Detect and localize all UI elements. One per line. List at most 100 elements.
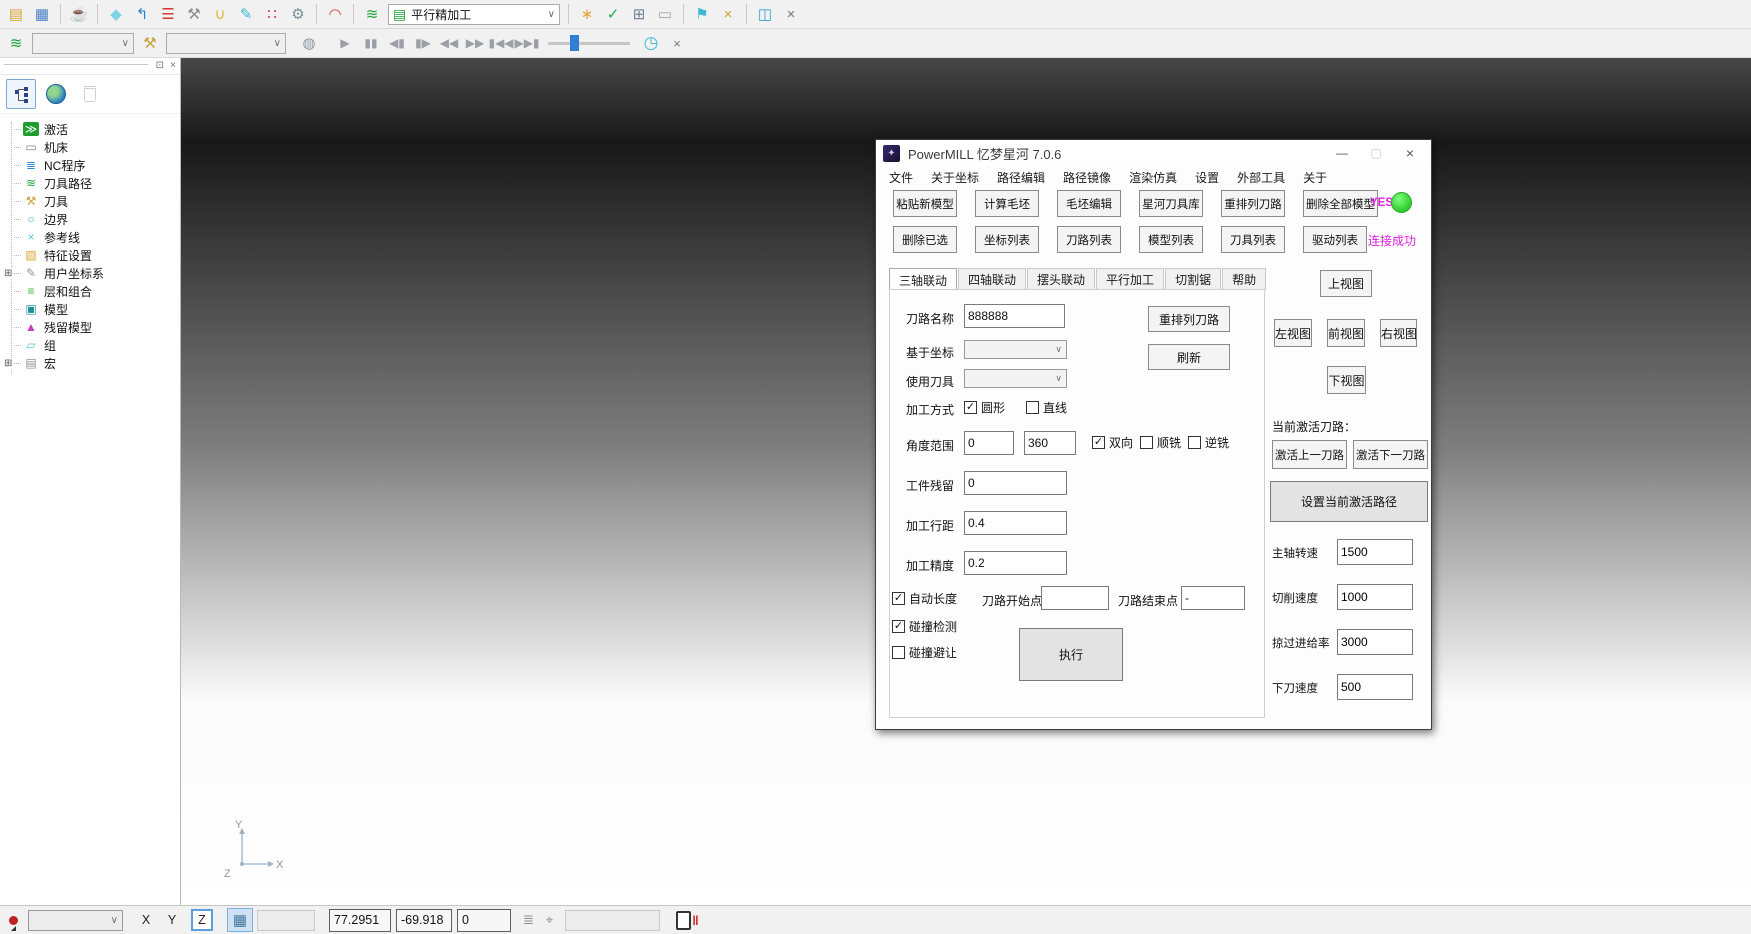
close-button[interactable]: ×	[1393, 140, 1427, 166]
collision-check-icon[interactable]: ∪	[208, 2, 232, 26]
quick-button[interactable]: 粘贴新模型	[893, 190, 957, 217]
dialog-tab[interactable]: 切割锯	[1165, 268, 1221, 290]
grid-toggle-button[interactable]: ▦	[227, 908, 253, 932]
sim-close-icon[interactable]: ×	[665, 31, 689, 55]
minimize-button[interactable]: —	[1325, 140, 1359, 166]
refresh-button[interactable]: 刷新	[1148, 344, 1230, 370]
play-icon[interactable]: ▶	[333, 31, 357, 55]
mounting-icon[interactable]: ⚑	[690, 2, 714, 26]
collision-avoid-option[interactable]: 碰撞避让	[892, 644, 957, 661]
angle-to-input[interactable]	[1024, 431, 1076, 455]
climb-checkbox[interactable]	[1140, 436, 1153, 449]
tolerance-input[interactable]	[964, 551, 1067, 575]
render-teapot-icon[interactable]: ☕	[67, 2, 91, 26]
save-project-icon[interactable]: ▦	[30, 2, 54, 26]
tree-item[interactable]: ≋ 刀具路径	[0, 174, 180, 192]
open-project-icon[interactable]: ▤	[4, 2, 28, 26]
dialog-tab[interactable]: 三轴联动	[889, 268, 957, 291]
auto-length-checkbox[interactable]: ✓	[892, 592, 905, 605]
tool-ball-icon[interactable]: ⚒	[182, 2, 206, 26]
cursor-y-field[interactable]	[396, 909, 452, 932]
quick-button[interactable]: 刀具列表	[1221, 226, 1285, 253]
quick-button[interactable]: 刀路列表	[1057, 226, 1121, 253]
cursor-z-field[interactable]	[457, 909, 511, 932]
tree-item[interactable]: ⚒ 刀具	[0, 192, 180, 210]
calculator-icon[interactable]: ⊞	[627, 2, 651, 26]
ruler-icon[interactable]: ▭	[653, 2, 677, 26]
cursor-x-field[interactable]	[329, 909, 391, 932]
toolpath-name-input[interactable]	[964, 304, 1065, 328]
menu-item[interactable]: 外部工具	[1228, 166, 1294, 190]
bottom-view-button[interactable]: 下视图	[1327, 366, 1366, 394]
tree-item[interactable]: ▧ 特征设置	[0, 246, 180, 264]
fast-forward-icon[interactable]: ▶▶	[463, 31, 487, 55]
quick-button[interactable]: 驱动列表	[1303, 226, 1367, 253]
y-axis-button[interactable]: Y	[163, 910, 181, 930]
activate-next-button[interactable]: 激活下一刀路	[1353, 440, 1428, 469]
slider-handle[interactable]	[570, 35, 579, 51]
dialog-titlebar[interactable]: ✦ PowerMILL 忆梦星河 7.0.6 — ▢ ×	[876, 140, 1431, 166]
tree-item[interactable]: ≣ NC程序	[0, 156, 180, 174]
tab-explorer-tree[interactable]	[6, 79, 36, 109]
start-point-input[interactable]	[1041, 586, 1109, 610]
expander-icon[interactable]: ⊞	[4, 359, 13, 368]
go-end-icon[interactable]: ▶▶▮	[515, 31, 539, 55]
execute-button[interactable]: 执行	[1019, 628, 1123, 681]
tree-item[interactable]: × 参考线	[0, 228, 180, 246]
curve-editor-icon[interactable]: ✎	[234, 2, 258, 26]
mode-line-option[interactable]: 直线	[1026, 399, 1067, 416]
left-view-button[interactable]: 左视图	[1274, 319, 1312, 347]
menu-item[interactable]: 路径镜像	[1054, 166, 1120, 190]
quick-button[interactable]: 毛坯编辑	[1057, 190, 1121, 217]
activate-prev-button[interactable]: 激活上一刀路	[1272, 440, 1347, 469]
explorer-grip[interactable]: ⊡ ×	[0, 58, 180, 75]
z-axis-button[interactable]: Z	[191, 909, 213, 931]
cutting-feed-input[interactable]	[1337, 584, 1413, 610]
stock-input[interactable]	[964, 471, 1067, 495]
quick-button[interactable]: 计算毛坯	[975, 190, 1039, 217]
angle-from-input[interactable]	[964, 431, 1014, 455]
quick-button[interactable]: 重排列刀路	[1221, 190, 1285, 217]
tool-holder-icon[interactable]: ⚙	[286, 2, 310, 26]
go-start-icon[interactable]: ▮◀◀	[489, 31, 513, 55]
bidirectional-option[interactable]: ✓ 双向	[1092, 434, 1133, 451]
circle-checkbox[interactable]: ✓	[964, 401, 977, 414]
conventional-checkbox[interactable]	[1188, 436, 1201, 449]
end-point-input[interactable]	[1181, 586, 1245, 610]
snap-value-field[interactable]	[257, 910, 315, 931]
step-forward-icon[interactable]: ▮▶	[411, 31, 435, 55]
plunge-feed-input[interactable]	[1337, 674, 1413, 700]
conventional-option[interactable]: 逆铣	[1188, 434, 1229, 451]
pattern-icon[interactable]: ∷	[260, 2, 284, 26]
tree-item[interactable]: ≡ 层和组合	[0, 282, 180, 300]
sim-tool-combo[interactable]: ∨	[166, 33, 286, 54]
right-view-button[interactable]: 右视图	[1380, 319, 1417, 347]
leads-links-icon[interactable]: ↰	[130, 2, 154, 26]
coord-combo[interactable]: ∨	[964, 340, 1067, 359]
transform-icon[interactable]: ×	[716, 2, 740, 26]
rewind-icon[interactable]: ◀◀	[437, 31, 461, 55]
active-toolpath-icon[interactable]: ≋	[360, 2, 384, 26]
menu-item[interactable]: 渲染仿真	[1120, 166, 1186, 190]
tree-item[interactable]: ○ 边界	[0, 210, 180, 228]
axis-readout-icon[interactable]: ≣	[523, 912, 534, 928]
collision-check-option[interactable]: ✓ 碰撞检测	[892, 618, 957, 635]
active-toolpath-combo[interactable]: ▤ 平行精加工 ∨	[388, 4, 560, 25]
dialog-tab[interactable]: 平行加工	[1096, 268, 1164, 290]
verify-icon[interactable]: ✓	[601, 2, 625, 26]
stepover-input[interactable]	[964, 511, 1067, 535]
tab-recycle[interactable]	[76, 80, 104, 108]
explode-icon[interactable]: ∗	[575, 2, 599, 26]
tree-item[interactable]: ≫ 激活	[0, 120, 180, 138]
line-checkbox[interactable]	[1026, 401, 1039, 414]
climb-option[interactable]: 顺铣	[1140, 434, 1181, 451]
quick-button[interactable]: 模型列表	[1139, 226, 1203, 253]
set-active-path-button[interactable]: 设置当前激活路径	[1270, 481, 1428, 522]
front-view-button[interactable]: 前视图	[1327, 319, 1365, 347]
step-back-icon[interactable]: ◀▮	[385, 31, 409, 55]
sim-lamp-icon[interactable]: ◍	[297, 31, 321, 55]
x-axis-button[interactable]: X	[137, 910, 155, 930]
auto-length-option[interactable]: ✓ 自动长度	[892, 590, 957, 607]
top-view-button[interactable]: 上视图	[1320, 270, 1372, 297]
tab-world[interactable]	[42, 80, 70, 108]
